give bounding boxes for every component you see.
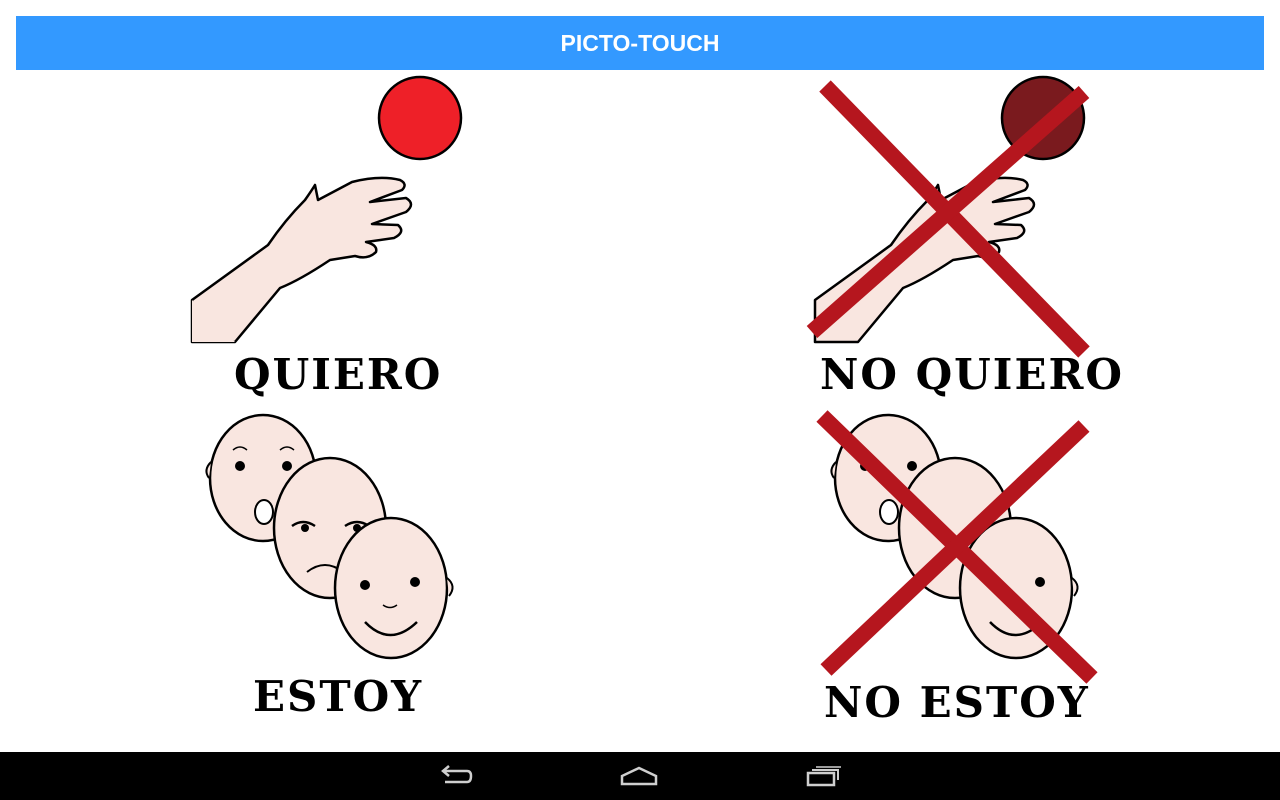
- pictogram-label: QUIERO: [234, 350, 443, 399]
- recents-button[interactable]: [776, 752, 872, 800]
- cross-line: [806, 86, 1090, 338]
- three-faces-image: [816, 410, 1098, 684]
- pictogram-label: NO QUIERO: [820, 350, 1124, 399]
- pictogram-no-estoy[interactable]: NO ESTOY: [816, 400, 1120, 727]
- hand-reaching-ball-image: [190, 75, 463, 344]
- app-bar: PICTO-TOUCH: [16, 16, 1264, 70]
- hand-arm: [190, 176, 413, 344]
- home-icon: [620, 766, 658, 786]
- recents-icon: [806, 766, 841, 787]
- pictogram-quiero[interactable]: QUIERO: [180, 70, 480, 400]
- happy-face: [333, 516, 454, 660]
- pictogram-label: ESTOY: [253, 672, 424, 721]
- red-ball: [377, 75, 463, 161]
- three-faces-image: [205, 413, 454, 660]
- home-button[interactable]: [591, 752, 687, 800]
- hand-reaching-ball-image: [806, 75, 1090, 358]
- pictogram-estoy[interactable]: ESTOY: [195, 400, 495, 721]
- pictogram-grid: QUIERO NO QUIERO ESTOY NO ESTOY: [0, 70, 1280, 752]
- pictogram-no-quiero[interactable]: NO QUIERO: [800, 70, 1122, 400]
- app-title: PICTO-TOUCH: [560, 29, 720, 56]
- system-nav-bar: [0, 752, 1280, 800]
- back-icon: [441, 765, 473, 784]
- pictogram-label: NO ESTOY: [824, 678, 1090, 727]
- back-button[interactable]: [407, 752, 503, 800]
